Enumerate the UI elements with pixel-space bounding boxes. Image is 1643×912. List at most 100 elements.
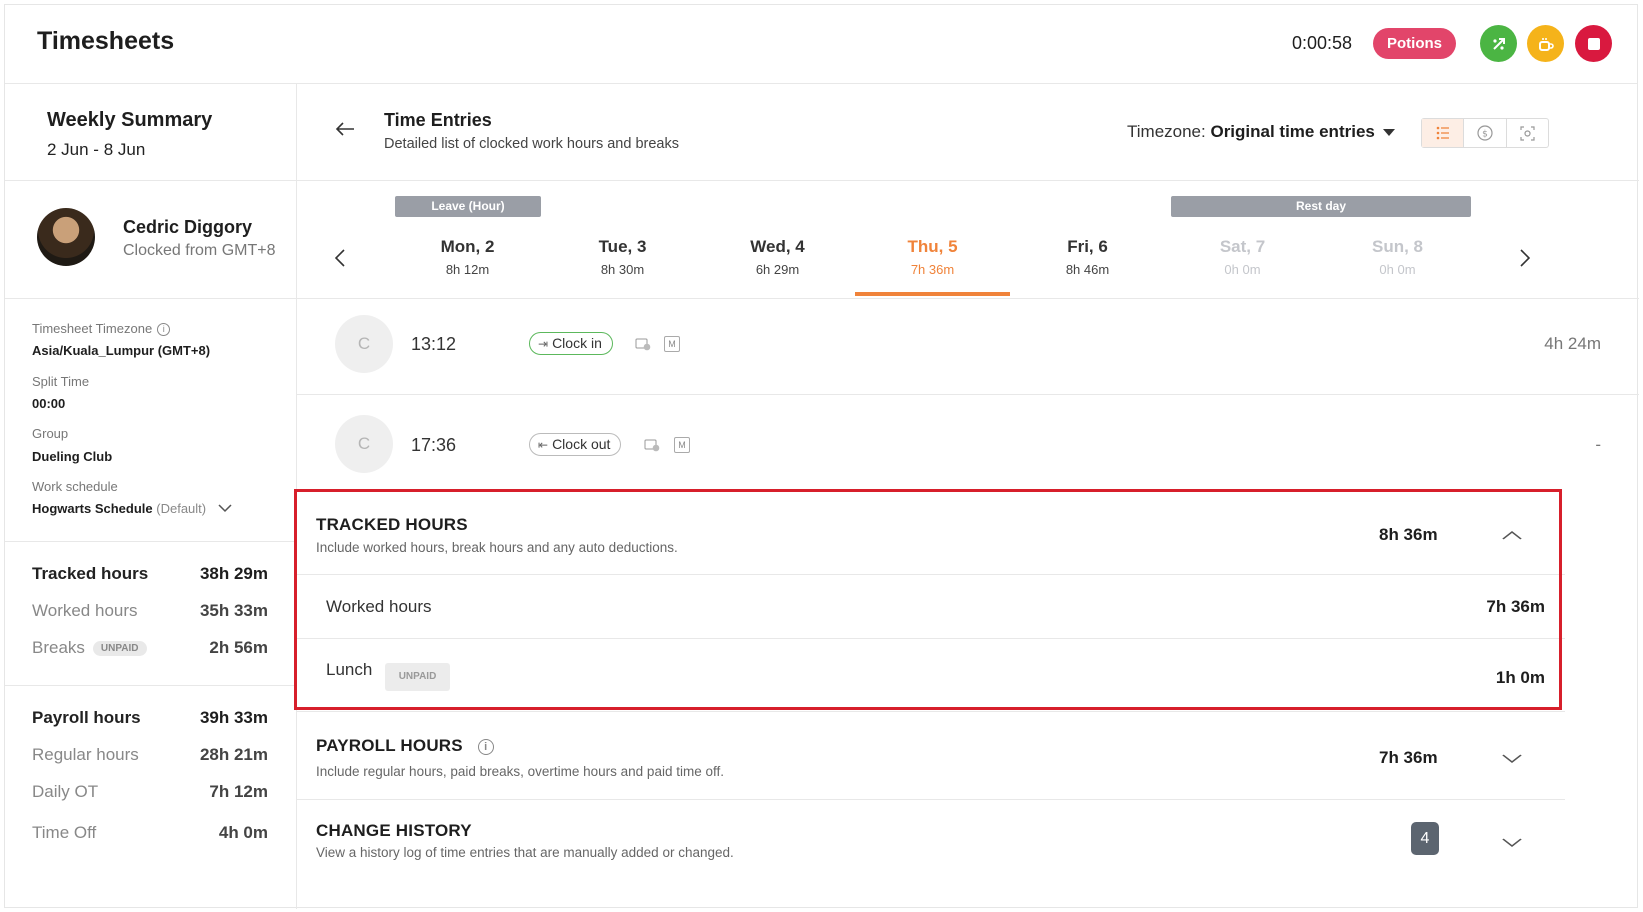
info-icon[interactable]: i (477, 738, 494, 755)
tracked-hours-value: 8h 36m (1379, 525, 1438, 544)
stat-time-off: Time Off 4h 0m (32, 823, 268, 842)
summary-date-range: 2 Jun - 8 Jun (47, 140, 146, 159)
dollar-icon: $ (1477, 125, 1493, 141)
chevron-down-icon[interactable] (1502, 832, 1523, 853)
day-tue[interactable]: Tue, 3 8h 30m (545, 237, 700, 277)
day-thu[interactable]: Thu, 5 7h 36m (855, 237, 1010, 277)
rest-day-tag: Rest day (1171, 196, 1471, 217)
clock-in-icon: ⇥ (538, 337, 549, 351)
weekly-summary-sidebar: Weekly Summary 2 Jun - 8 Jun Cedric Digg… (5, 84, 297, 909)
next-week-button[interactable] (1520, 243, 1531, 274)
chevron-up-icon[interactable] (1502, 524, 1523, 545)
entry-duration: - (1595, 435, 1601, 454)
group-label: Group (32, 426, 69, 441)
summary-title: Weekly Summary (47, 109, 213, 131)
change-count-badge: 4 (1411, 822, 1439, 855)
employee-card[interactable]: Cedric Diggory Clocked from GMT+8 (5, 181, 296, 299)
unpaid-badge: UNPAID (385, 663, 450, 691)
manual-entry-icon[interactable]: M (664, 336, 680, 352)
leave-tag: Leave (Hour) (395, 196, 541, 217)
timezone-value: Asia/Kuala_Lumpur (GMT+8) (32, 343, 211, 358)
chevron-down-icon[interactable] (1502, 748, 1523, 769)
selected-day-indicator (855, 292, 1010, 296)
lunch-label: Lunch (326, 660, 373, 679)
prev-week-button[interactable] (334, 243, 345, 274)
pay-view-button[interactable]: $ (1464, 119, 1507, 147)
timesheet-info: Timesheet Timezone i Asia/Kuala_Lumpur (G… (5, 299, 296, 542)
coffee-icon (1538, 37, 1554, 51)
potions-job-button[interactable]: Potions (1373, 28, 1456, 59)
day-fri[interactable]: Fri, 6 8h 46m (1010, 237, 1165, 277)
break-button[interactable] (1527, 25, 1564, 62)
switch-job-button[interactable] (1480, 25, 1517, 62)
entry-time: 17:36 (411, 435, 457, 455)
manual-entry-icon[interactable]: M (674, 437, 690, 453)
split-time-value: 00:00 (32, 396, 66, 411)
time-entry-row[interactable]: C 17:36 ⇤ Clock out M - (297, 395, 1639, 495)
day-sat[interactable]: Sat, 7 0h 0m (1165, 237, 1320, 277)
switch-icon (1492, 37, 1505, 50)
stat-breaks: Breaks UNPAID 2h 56m (32, 638, 268, 657)
lunch-row: Lunch UNPAID 1h 0m (297, 639, 1565, 712)
avatar (37, 208, 95, 266)
clock-in-chip: ⇥ Clock in (529, 332, 613, 355)
chevron-down-icon (218, 504, 232, 513)
list-view-button[interactable] (1422, 119, 1465, 147)
work-schedule-label: Work schedule (32, 479, 118, 494)
change-history-section[interactable]: CHANGE HISTORY View a history log of tim… (297, 800, 1565, 886)
change-history-title: CHANGE HISTORY (316, 821, 472, 840)
worked-hours-row: Worked hours 7h 36m (297, 575, 1565, 639)
lunch-value: 1h 0m (1495, 668, 1545, 687)
device-location-icon[interactable] (635, 336, 651, 352)
stat-worked-hours: Worked hours 35h 33m (32, 601, 268, 620)
info-icon[interactable]: i (157, 323, 171, 337)
list-icon (1436, 126, 1449, 140)
day-wed[interactable]: Wed, 4 6h 29m (700, 237, 855, 277)
time-entries-panel: Time Entries Detailed list of clocked wo… (297, 84, 1639, 909)
back-button[interactable] (335, 116, 355, 142)
split-time-label: Split Time (32, 374, 90, 389)
stat-payroll-hours: Payroll hours 39h 33m (32, 708, 268, 727)
week-day-selector: Leave (Hour) Rest day Mon, 2 8h 12m Tue,… (297, 181, 1639, 299)
entry-duration: 4h 24m (1544, 334, 1601, 353)
tracked-summary: Tracked hours 38h 29m Worked hours 35h 3… (5, 542, 296, 686)
tracked-hours-section-header[interactable]: TRACKED HOURS Include worked hours, brea… (297, 495, 1565, 575)
payroll-hours-title: PAYROLL HOURS i (316, 736, 494, 756)
worked-hours-value: 7h 36m (1486, 597, 1545, 616)
page-title: Timesheets (37, 27, 175, 55)
chevron-right-icon (1520, 249, 1531, 267)
arrow-left-icon (335, 122, 354, 136)
clock-out-chip: ⇤ Clock out (529, 433, 622, 456)
day-sun[interactable]: Sun, 8 0h 0m (1320, 237, 1475, 277)
app-frame: Timesheets 0:00:58 Potions Weekly Summar… (4, 4, 1639, 909)
tracked-hours-subtitle: Include worked hours, break hours and an… (316, 540, 678, 555)
work-schedule-select[interactable]: Hogwarts Schedule (Default) (32, 501, 232, 516)
worked-hours-label: Worked hours (326, 597, 432, 616)
change-history-subtitle: View a history log of time entries that … (316, 845, 734, 860)
payroll-hours-section[interactable]: PAYROLL HOURS i Include regular hours, p… (297, 712, 1565, 800)
entry-avatar: C (335, 415, 393, 473)
timezone-label: Timesheet Timezone i (32, 321, 171, 337)
timezone-dropdown[interactable]: Timezone: Original time entries (1127, 122, 1395, 142)
group-value: Dueling Club (32, 449, 113, 464)
time-entry-row[interactable]: C 13:12 ⇥ Clock in M 4h 24m (297, 299, 1639, 395)
stat-tracked-hours: Tracked hours 38h 29m (32, 564, 268, 583)
summary-header: Weekly Summary 2 Jun - 8 Jun (5, 84, 296, 181)
scan-view-button[interactable] (1507, 119, 1548, 147)
scan-icon (1520, 125, 1535, 141)
stop-button[interactable] (1575, 25, 1612, 62)
device-location-icon[interactable] (644, 437, 660, 453)
time-entries-header: Time Entries Detailed list of clocked wo… (297, 84, 1639, 181)
entry-avatar: C (335, 315, 393, 373)
tracked-hours-title: TRACKED HOURS (316, 515, 468, 534)
entry-time: 13:12 (411, 334, 457, 354)
stat-regular-hours: Regular hours 28h 21m (32, 745, 268, 764)
payroll-hours-subtitle: Include regular hours, paid breaks, over… (316, 764, 724, 779)
clock-out-icon: ⇤ (538, 438, 549, 452)
chevron-left-icon (334, 249, 345, 267)
running-timer: 0:00:58 (1292, 33, 1353, 53)
day-mon[interactable]: Mon, 2 8h 12m (390, 237, 545, 277)
employee-name: Cedric Diggory (123, 217, 253, 237)
time-entries-subtitle: Detailed list of clocked work hours and … (384, 136, 679, 152)
stat-daily-ot: Daily OT 7h 12m (32, 782, 268, 801)
